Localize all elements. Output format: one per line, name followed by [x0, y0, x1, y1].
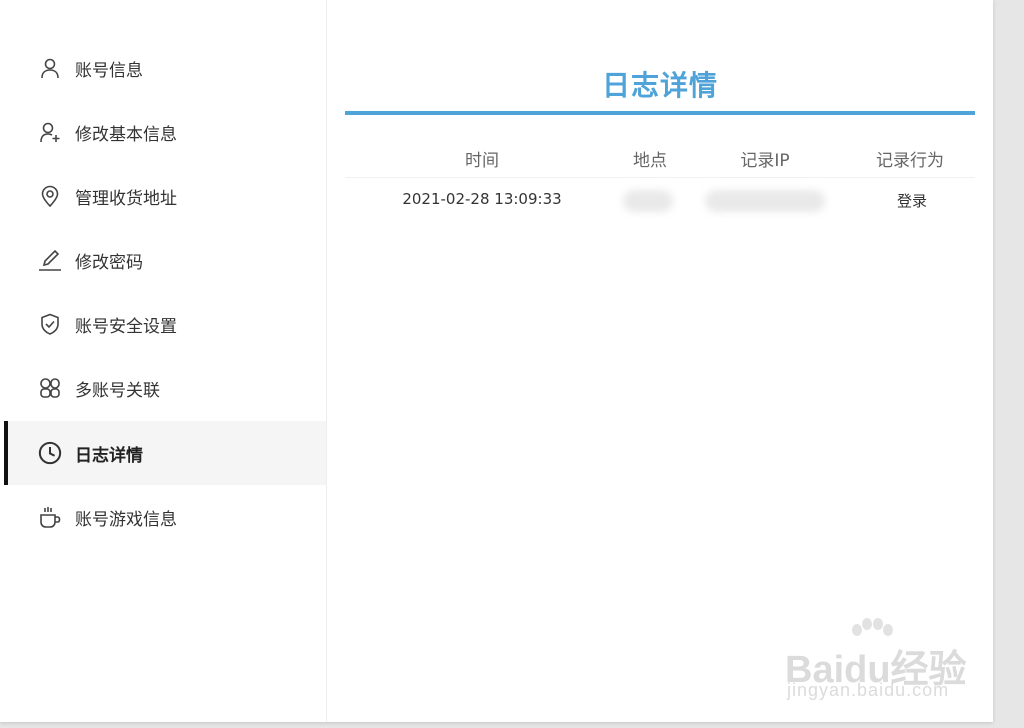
column-header-time: 时间: [465, 151, 499, 171]
location-pin-icon: [38, 184, 62, 208]
table-header-divider: [345, 177, 975, 178]
user-icon: [38, 56, 62, 80]
sidebar-item-game-info[interactable]: 账号游戏信息: [4, 485, 326, 549]
sidebar: 账号信息 修改基本信息 管理收货地址 修改密码 账号安全设置 多账号关联 日志详…: [4, 0, 327, 722]
sidebar-item-label: 多账号关联: [75, 380, 160, 401]
clock-icon: [38, 441, 62, 465]
page-card: 账号信息 修改基本信息 管理收货地址 修改密码 账号安全设置 多账号关联 日志详…: [0, 0, 993, 722]
sidebar-item-manage-address[interactable]: 管理收货地址: [4, 164, 326, 228]
sidebar-item-multi-account[interactable]: 多账号关联: [4, 356, 326, 420]
user-plus-icon: [38, 120, 62, 144]
sidebar-item-account-info[interactable]: 账号信息: [4, 36, 326, 100]
sidebar-item-label: 账号游戏信息: [75, 509, 177, 530]
multi-account-icon: [38, 376, 62, 400]
column-header-ip: 记录IP: [740, 151, 790, 171]
sidebar-item-security-settings[interactable]: 账号安全设置: [4, 292, 326, 356]
cell-ip-redacted: [705, 190, 825, 212]
cell-time: 2021-02-28 13:09:33: [402, 190, 562, 208]
sidebar-item-label: 日志详情: [75, 445, 143, 466]
sidebar-item-label: 管理收货地址: [75, 188, 177, 209]
shield-check-icon: [38, 312, 62, 336]
cell-location-redacted: [623, 190, 673, 212]
page-title: 日志详情: [601, 69, 718, 102]
sidebar-item-edit-basic-info[interactable]: 修改基本信息: [4, 100, 326, 164]
title-underline: [345, 111, 975, 115]
sidebar-item-change-password[interactable]: 修改密码: [4, 228, 326, 292]
column-header-action: 记录行为: [876, 151, 944, 171]
pen-icon: [38, 248, 62, 272]
sidebar-item-label: 修改密码: [75, 252, 143, 273]
main-content: 日志详情 时间 地点 记录IP 记录行为 2021-02-28 13:09:33…: [345, 0, 975, 722]
sidebar-item-log-details[interactable]: 日志详情: [4, 421, 326, 485]
sidebar-item-label: 账号信息: [75, 60, 143, 81]
watermark-url: jingyan.baidu.com: [787, 680, 950, 700]
column-header-location: 地点: [633, 151, 667, 171]
sidebar-item-label: 账号安全设置: [75, 316, 177, 337]
sidebar-item-label: 修改基本信息: [75, 124, 177, 145]
baidu-jingyan-watermark: Baidu经验 jingyan.baidu.com: [785, 618, 975, 708]
cell-action: 登录: [896, 192, 927, 210]
cup-icon: [38, 505, 62, 529]
